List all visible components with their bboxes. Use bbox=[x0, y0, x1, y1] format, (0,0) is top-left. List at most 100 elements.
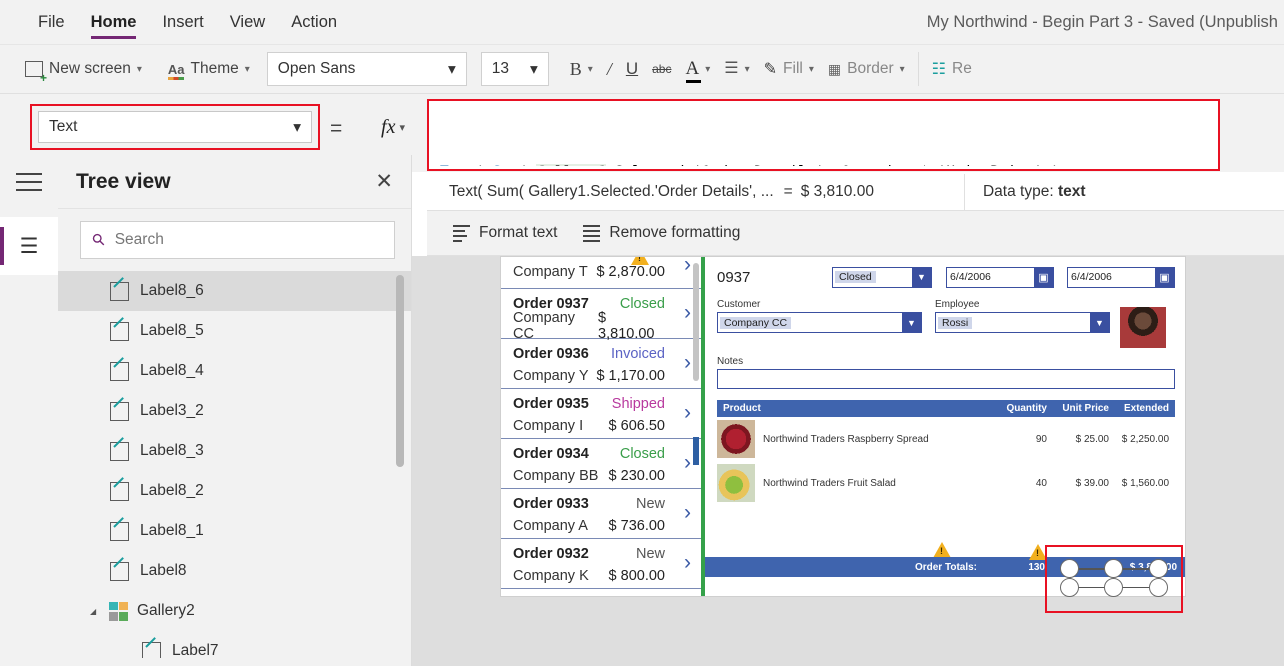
theme-icon: Aa bbox=[167, 61, 185, 80]
bold-icon: B bbox=[569, 58, 582, 79]
title-bar: File Home Insert View Action My Northwin… bbox=[0, 0, 1284, 45]
menu-item-file[interactable]: File bbox=[38, 0, 65, 45]
gallery-scrollbar[interactable] bbox=[693, 263, 699, 381]
fill-button[interactable]: ✎ Fill ▾ bbox=[757, 49, 821, 89]
tree-item-label8_1[interactable]: Label8_1 bbox=[58, 511, 411, 551]
resize-handle-nw[interactable] bbox=[1060, 559, 1079, 578]
font-size-select[interactable]: 13 ▾ bbox=[480, 52, 549, 86]
menu-item-action[interactable]: Action bbox=[291, 0, 337, 45]
gallery-order-number: Order 0933 bbox=[513, 496, 589, 512]
chevron-right-icon[interactable]: › bbox=[684, 257, 691, 277]
tree-item-label8_4[interactable]: Label8_4 bbox=[58, 351, 411, 391]
bold-button[interactable]: B ▾ bbox=[563, 49, 600, 89]
result-datatype: Data type: text bbox=[965, 183, 1086, 201]
font-family-select[interactable]: Open Sans ▾ bbox=[266, 52, 467, 86]
gallery-amount: $ 230.00 bbox=[608, 468, 665, 484]
chevron-right-icon[interactable]: › bbox=[684, 351, 691, 375]
gallery-item[interactable]: Order 0933 New Company A $ 736.00 › bbox=[501, 489, 701, 539]
italic-button[interactable]: / bbox=[600, 49, 619, 89]
align-button[interactable]: ☰ ▾ bbox=[717, 49, 756, 89]
gallery-amount: $ 2,870.00 bbox=[596, 264, 665, 280]
tree-item-label: Label8_1 bbox=[140, 522, 204, 539]
tree-item-label8[interactable]: Label8 bbox=[58, 551, 411, 591]
chevron-right-icon[interactable]: › bbox=[684, 401, 691, 425]
resize-handle-n[interactable] bbox=[1104, 559, 1123, 578]
table-body: Northwind Traders Raspberry Spread 90 $ 25… bbox=[717, 417, 1175, 505]
strikethrough-button[interactable]: abc bbox=[645, 49, 678, 89]
menu-item-insert[interactable]: Insert bbox=[162, 0, 203, 45]
formula-line-1: Text( Sum( Gallery1.Selected.'Order Deta… bbox=[440, 160, 1207, 166]
tree-view-title: Tree view bbox=[76, 169, 171, 193]
tree-item-label8_6[interactable]: Label8_6 bbox=[58, 271, 411, 311]
remove-formatting-button[interactable]: Remove formatting bbox=[583, 224, 740, 242]
border-button[interactable]: ▦ Border ▾ bbox=[821, 49, 912, 89]
tree-item-label8_3[interactable]: Label8_3 bbox=[58, 431, 411, 471]
ribbon-divider bbox=[917, 52, 919, 86]
required-date-field[interactable]: 6/4/2006 ▣ bbox=[1067, 266, 1175, 288]
status-dropdown[interactable]: Closed ▼ bbox=[832, 266, 932, 288]
gallery-item[interactable]: Order 0934 Closed Company BB $ 230.00 › bbox=[501, 439, 701, 489]
tree-item-gallery2[interactable]: ◢ Gallery2 bbox=[58, 591, 411, 631]
gallery-company: Company T bbox=[513, 264, 588, 280]
chevron-down-icon: ▾ bbox=[244, 63, 250, 75]
menu-item-home[interactable]: Home bbox=[90, 0, 136, 45]
notes-input[interactable] bbox=[717, 369, 1175, 389]
rail-tab-tree-view[interactable]: ☰ bbox=[0, 217, 58, 275]
resize-handle-s[interactable] bbox=[1104, 578, 1123, 597]
gallery-item[interactable]: Order 0937 Closed Company CC $ 3,810.00 › bbox=[501, 289, 701, 342]
customer-field-group: Customer Company CC ▼ bbox=[717, 299, 922, 348]
gallery-item[interactable]: Order 0932 New Company K $ 800.00 › bbox=[501, 539, 701, 589]
property-select[interactable]: Text ▾ bbox=[38, 111, 312, 143]
hamburger-menu-icon[interactable] bbox=[16, 173, 42, 193]
format-text-button[interactable]: Format text bbox=[453, 224, 557, 242]
chevron-right-icon[interactable]: › bbox=[684, 451, 691, 475]
chevron-expand-icon[interactable]: ◢ bbox=[90, 607, 100, 616]
order-date-field[interactable]: 6/4/2006 ▣ bbox=[946, 266, 1054, 288]
formula-token-3: ( bbox=[519, 164, 536, 166]
formula-input[interactable]: Text( Sum( Gallery1.Selected.'Order Deta… bbox=[432, 104, 1215, 166]
detail-row-customer-employee: Customer Company CC ▼ Employee Rossi ▼ bbox=[717, 299, 1175, 348]
tree-item-label3_2[interactable]: Label3_2 bbox=[58, 391, 411, 431]
gallery-amount: $ 3,810.00 bbox=[598, 310, 655, 342]
tree-item-label7[interactable]: Label7 bbox=[58, 631, 411, 658]
new-screen-button[interactable]: New screen ▾ bbox=[18, 49, 149, 89]
chevron-right-icon[interactable]: › bbox=[684, 301, 691, 325]
gallery-order-number: Order 0935 bbox=[513, 396, 589, 412]
gallery1-order-list[interactable]: Company T$ 2,870.00› Order 0937ClosedCom… bbox=[501, 257, 705, 596]
selection-handles[interactable] bbox=[1060, 559, 1168, 597]
underline-button[interactable]: U bbox=[619, 49, 645, 89]
tree-item-label8_2[interactable]: Label8_2 bbox=[58, 471, 411, 511]
order-detail-row[interactable]: Northwind Traders Raspberry Spread 90 $ 25… bbox=[717, 417, 1175, 461]
resize-handle-sw[interactable] bbox=[1060, 578, 1079, 597]
gallery-scroll-thumb[interactable] bbox=[693, 437, 699, 465]
resize-handle-ne[interactable] bbox=[1149, 559, 1168, 578]
search-box[interactable]: ⚲ bbox=[80, 221, 395, 259]
employee-dropdown[interactable]: Rossi ▼ bbox=[935, 312, 1110, 333]
theme-button[interactable]: Aa Theme ▾ bbox=[161, 49, 257, 89]
fx-button[interactable]: fx ▾ bbox=[363, 110, 423, 144]
close-icon[interactable]: ✕ bbox=[369, 169, 399, 194]
order-detail-row[interactable]: Northwind Traders Fruit Salad 40 $ 39.00 $ … bbox=[717, 461, 1175, 505]
search-icon: ⚲ bbox=[89, 230, 110, 251]
fx-icon: fx bbox=[381, 115, 396, 138]
calendar-icon: ▣ bbox=[1034, 267, 1053, 287]
order-details-table: Product Quantity Unit Price Extended Nor… bbox=[717, 400, 1175, 505]
chevron-right-icon[interactable]: › bbox=[684, 501, 691, 525]
formula-token-4: Gallery1 bbox=[536, 164, 606, 166]
resize-handle-se[interactable] bbox=[1149, 578, 1168, 597]
gallery-item[interactable]: Order 0936 Invoiced Company Y $ 1,170.00 › bbox=[501, 339, 701, 389]
fill-icon: ✎ bbox=[763, 61, 778, 78]
reorder-button[interactable]: ☷ Re bbox=[925, 49, 979, 89]
chevron-down-icon: ▾ bbox=[744, 63, 750, 75]
font-color-button[interactable]: A ▾ bbox=[678, 49, 717, 89]
search-input[interactable] bbox=[114, 231, 382, 249]
gallery-item-partial[interactable]: Company T $ 2,870.00 › bbox=[501, 257, 701, 289]
chevron-right-icon[interactable]: › bbox=[684, 551, 691, 575]
totals-quantity: 130 bbox=[1028, 561, 1045, 573]
tree-item-label8_5[interactable]: Label8_5 bbox=[58, 311, 411, 351]
tree-view-scrollbar[interactable] bbox=[396, 275, 404, 467]
gallery-item[interactable]: Order 0935 Shipped Company I $ 606.50 › bbox=[501, 389, 701, 439]
remove-formatting-label: Remove formatting bbox=[609, 224, 741, 241]
menu-item-view[interactable]: View bbox=[230, 0, 265, 45]
customer-dropdown[interactable]: Company CC ▼ bbox=[717, 312, 922, 333]
